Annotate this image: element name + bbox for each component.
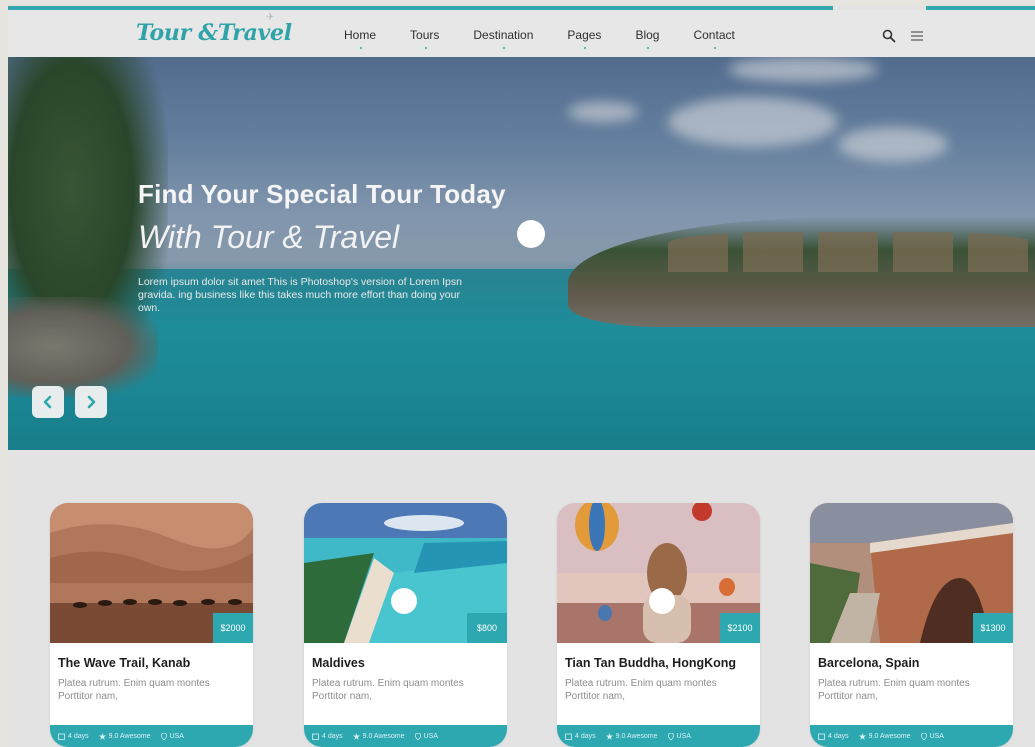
hero-subtitle: With Tour & Travel	[138, 219, 400, 255]
rating: 9.0 Awesome	[605, 732, 658, 740]
price-badge: $2100	[720, 613, 760, 643]
calendar-icon	[58, 733, 65, 740]
duration: 4 days	[565, 733, 596, 740]
star-icon	[858, 732, 866, 740]
card-title[interactable]: The Wave Trail, Kanab	[58, 656, 190, 670]
location-pin-icon	[414, 732, 421, 740]
card-meta: 4 days 9.0 Awesome USA	[50, 725, 253, 747]
chevron-left-icon	[43, 395, 52, 409]
rating: 9.0 Awesome	[98, 732, 151, 740]
plane-icon: ✈	[266, 12, 275, 23]
location: USA	[414, 732, 438, 740]
location-pin-icon	[667, 732, 674, 740]
card-description: Platea rutrum. Enim quam montes Porttito…	[312, 678, 464, 702]
duration: 4 days	[58, 733, 89, 740]
card-title[interactable]: Barcelona, Spain	[818, 656, 919, 670]
logo[interactable]: Tour &Travel	[136, 20, 292, 46]
page-frame: Tour &Travel ✈ Home Tours Destination Pa…	[8, 6, 1035, 747]
cursor-dot	[517, 220, 545, 248]
price-badge: $2000	[213, 613, 253, 643]
search-icon[interactable]	[882, 29, 896, 43]
star-icon	[98, 732, 106, 740]
star-icon	[352, 732, 360, 740]
card-description: Platea rutrum. Enim quam montes Porttito…	[58, 678, 210, 702]
tour-card[interactable]: $2000 The Wave Trail, Kanab Platea rutru…	[50, 503, 253, 747]
rating: 9.0 Awesome	[858, 732, 911, 740]
location: USA	[920, 732, 944, 740]
tour-card[interactable]: $2100 Tian Tan Buddha, HongKong Platea r…	[557, 503, 760, 747]
tour-card[interactable]: $1300 Barcelona, Spain Platea rutrum. En…	[810, 503, 1013, 747]
cursor-dot	[391, 588, 417, 614]
location-pin-icon	[160, 732, 167, 740]
card-title[interactable]: Tian Tan Buddha, HongKong	[565, 656, 736, 670]
card-description: Platea rutrum. Enim quam montes Porttito…	[565, 678, 717, 702]
card-meta: 4 days 9.0 Awesome USA	[557, 725, 760, 747]
nav-pages[interactable]: Pages	[567, 28, 601, 49]
hero-title: Find Your Special Tour Today	[138, 179, 506, 209]
nav-blog[interactable]: Blog	[635, 28, 659, 49]
tour-cards-section: $2000 The Wave Trail, Kanab Platea rutru…	[8, 450, 1035, 747]
slider-next-button[interactable]	[75, 386, 107, 418]
location: USA	[667, 732, 691, 740]
duration: 4 days	[818, 733, 849, 740]
card-meta: 4 days 9.0 Awesome USA	[304, 725, 507, 747]
card-description: Platea rutrum. Enim quam montes Porttito…	[818, 678, 970, 702]
card-title[interactable]: Maldives	[312, 656, 365, 670]
calendar-icon	[312, 733, 319, 740]
duration: 4 days	[312, 733, 343, 740]
location: USA	[160, 732, 184, 740]
nav-contact[interactable]: Contact	[693, 28, 735, 49]
nav-destination[interactable]: Destination	[473, 28, 533, 49]
calendar-icon	[818, 733, 825, 740]
tour-card[interactable]: $800 Maldives Platea rutrum. Enim quam m…	[304, 503, 507, 747]
cursor-dot	[649, 588, 675, 614]
nav-home[interactable]: Home	[344, 28, 376, 49]
card-meta: 4 days 9.0 Awesome USA	[810, 725, 1013, 747]
chevron-right-icon	[87, 395, 96, 409]
navbar: Tour &Travel ✈ Home Tours Destination Pa…	[8, 10, 1035, 58]
main-nav: Home Tours Destination Pages Blog Contac…	[344, 28, 769, 49]
calendar-icon	[565, 733, 572, 740]
price-badge: $800	[467, 613, 507, 643]
nav-tours[interactable]: Tours	[410, 28, 439, 49]
hero-text: Lorem ipsum dolor sit amet This is Photo…	[138, 276, 462, 314]
slider-prev-button[interactable]	[32, 386, 64, 418]
star-icon	[605, 732, 613, 740]
price-badge: $1300	[973, 613, 1013, 643]
rating: 9.0 Awesome	[352, 732, 405, 740]
menu-icon[interactable]	[910, 31, 924, 41]
hero-slider: Find Your Special Tour Today With Tour &…	[8, 57, 1035, 450]
location-pin-icon	[920, 732, 927, 740]
